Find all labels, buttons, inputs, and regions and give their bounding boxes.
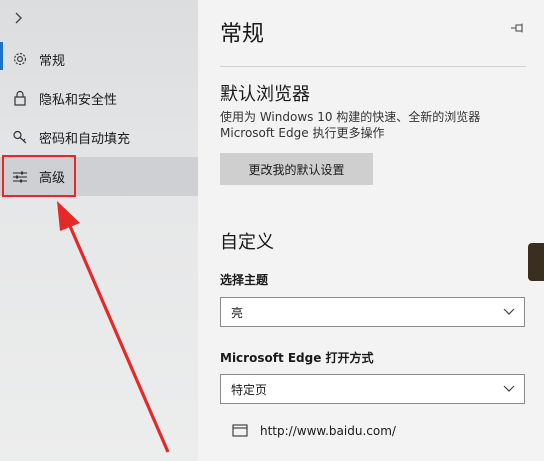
settings-panel: 常规 默认浏览器 使用为 Windows 10 构建的快速、全新的浏览器 Mic… <box>198 0 544 461</box>
open-with-select-value: 特定页 <box>231 382 268 397</box>
page-icon <box>232 424 248 438</box>
startup-page-item[interactable]: http://www.baidu.com/ <box>232 424 396 438</box>
page-title: 常规 <box>220 22 265 47</box>
theme-label: 选择主题 <box>220 273 269 287</box>
annotation-highlight-box <box>2 155 76 197</box>
customize-heading: 自定义 <box>220 232 274 253</box>
theme-select-value: 亮 <box>231 305 244 320</box>
sidebar-item-label: 隐私和安全性 <box>39 92 118 108</box>
title-divider <box>220 66 526 67</box>
open-with-label: Microsoft Edge 打开方式 <box>220 351 374 365</box>
default-browser-description: 使用为 Windows 10 构建的快速、全新的浏览器 <box>220 110 481 124</box>
sidebar: 常规 隐私和安全性 密码和自动填充 高级 <box>0 0 198 461</box>
lock-icon <box>10 88 30 108</box>
theme-select[interactable]: 亮 <box>220 297 525 327</box>
startup-page-url: http://www.baidu.com/ <box>260 424 396 438</box>
key-icon <box>10 127 30 147</box>
pin-icon[interactable] <box>510 22 526 38</box>
sidebar-item-password[interactable]: 密码和自动填充 <box>0 118 198 156</box>
change-default-button[interactable]: 更改我的默认设置 <box>220 153 373 185</box>
chevron-down-icon <box>502 383 516 395</box>
sidebar-item-label: 常规 <box>39 53 66 69</box>
open-with-select[interactable]: 特定页 <box>220 374 525 404</box>
expand-chevron-icon[interactable] <box>13 8 29 28</box>
sidebar-item-label: 密码和自动填充 <box>39 131 131 147</box>
chevron-down-icon <box>502 306 516 318</box>
gear-icon <box>10 49 30 69</box>
default-browser-heading: 默认浏览器 <box>220 84 310 105</box>
background-window-edge <box>528 243 544 281</box>
sidebar-item-general[interactable]: 常规 <box>0 40 198 78</box>
sidebar-item-privacy[interactable]: 隐私和安全性 <box>0 79 198 117</box>
default-browser-description: Microsoft Edge 执行更多操作 <box>220 126 385 140</box>
